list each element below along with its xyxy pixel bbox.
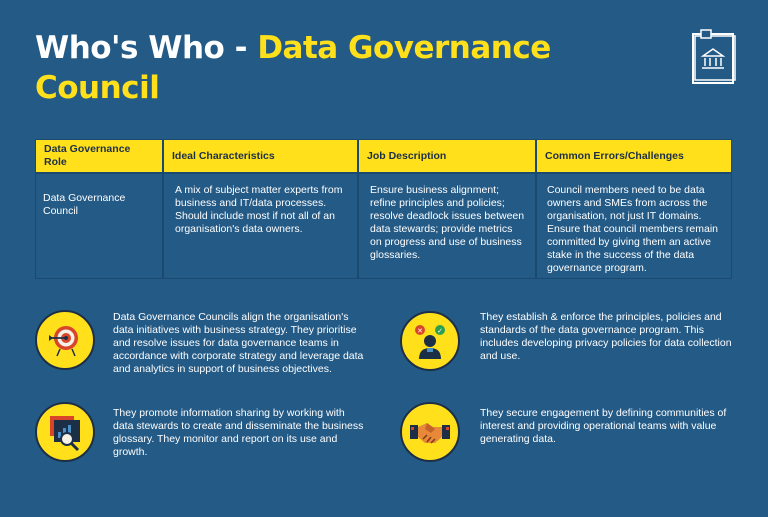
feature-text: They secure engagement by defining commu… xyxy=(480,407,727,445)
header-challenges: Common Errors/Challenges xyxy=(536,139,732,173)
feature-engagement: They secure engagement by defining commu… xyxy=(400,402,735,462)
feature-text: They establish & enforce the principles,… xyxy=(480,311,732,362)
feature-glossary: They promote information sharing by work… xyxy=(35,402,365,462)
decision-person-icon: ✕ ✓ xyxy=(400,311,460,371)
cell-job-description: Ensure business alignment; refine princi… xyxy=(358,173,536,279)
cell-challenges: Council members need to be data owners a… xyxy=(536,173,732,279)
title-part-1: Who's Who - xyxy=(35,30,258,66)
cell-characteristics: A mix of subject matter experts from bus… xyxy=(163,173,358,279)
cell-role: Data Governance Council xyxy=(35,173,163,279)
svg-text:✓: ✓ xyxy=(437,327,443,335)
report-magnifier-icon xyxy=(35,402,95,462)
svg-text:✕: ✕ xyxy=(417,327,423,335)
header-characteristics: Ideal Characteristics xyxy=(163,139,358,173)
header-job-description: Job Description xyxy=(358,139,536,173)
feature-policies: ✕ ✓ They establish & enforce the princip… xyxy=(400,311,735,371)
header-role: Data Governance Role xyxy=(35,139,163,173)
target-arrow-icon xyxy=(35,310,95,370)
page-title: Who's Who - Data Governance Council xyxy=(35,28,595,108)
feature-text: Data Governance Councils align the organ… xyxy=(113,311,364,375)
government-building-document-icon xyxy=(692,29,736,84)
feature-text: They promote information sharing by work… xyxy=(113,407,364,458)
roles-table: Data Governance Role Ideal Characteristi… xyxy=(35,139,732,279)
feature-strategy: Data Governance Councils align the organ… xyxy=(35,310,365,376)
handshake-icon xyxy=(400,402,460,462)
